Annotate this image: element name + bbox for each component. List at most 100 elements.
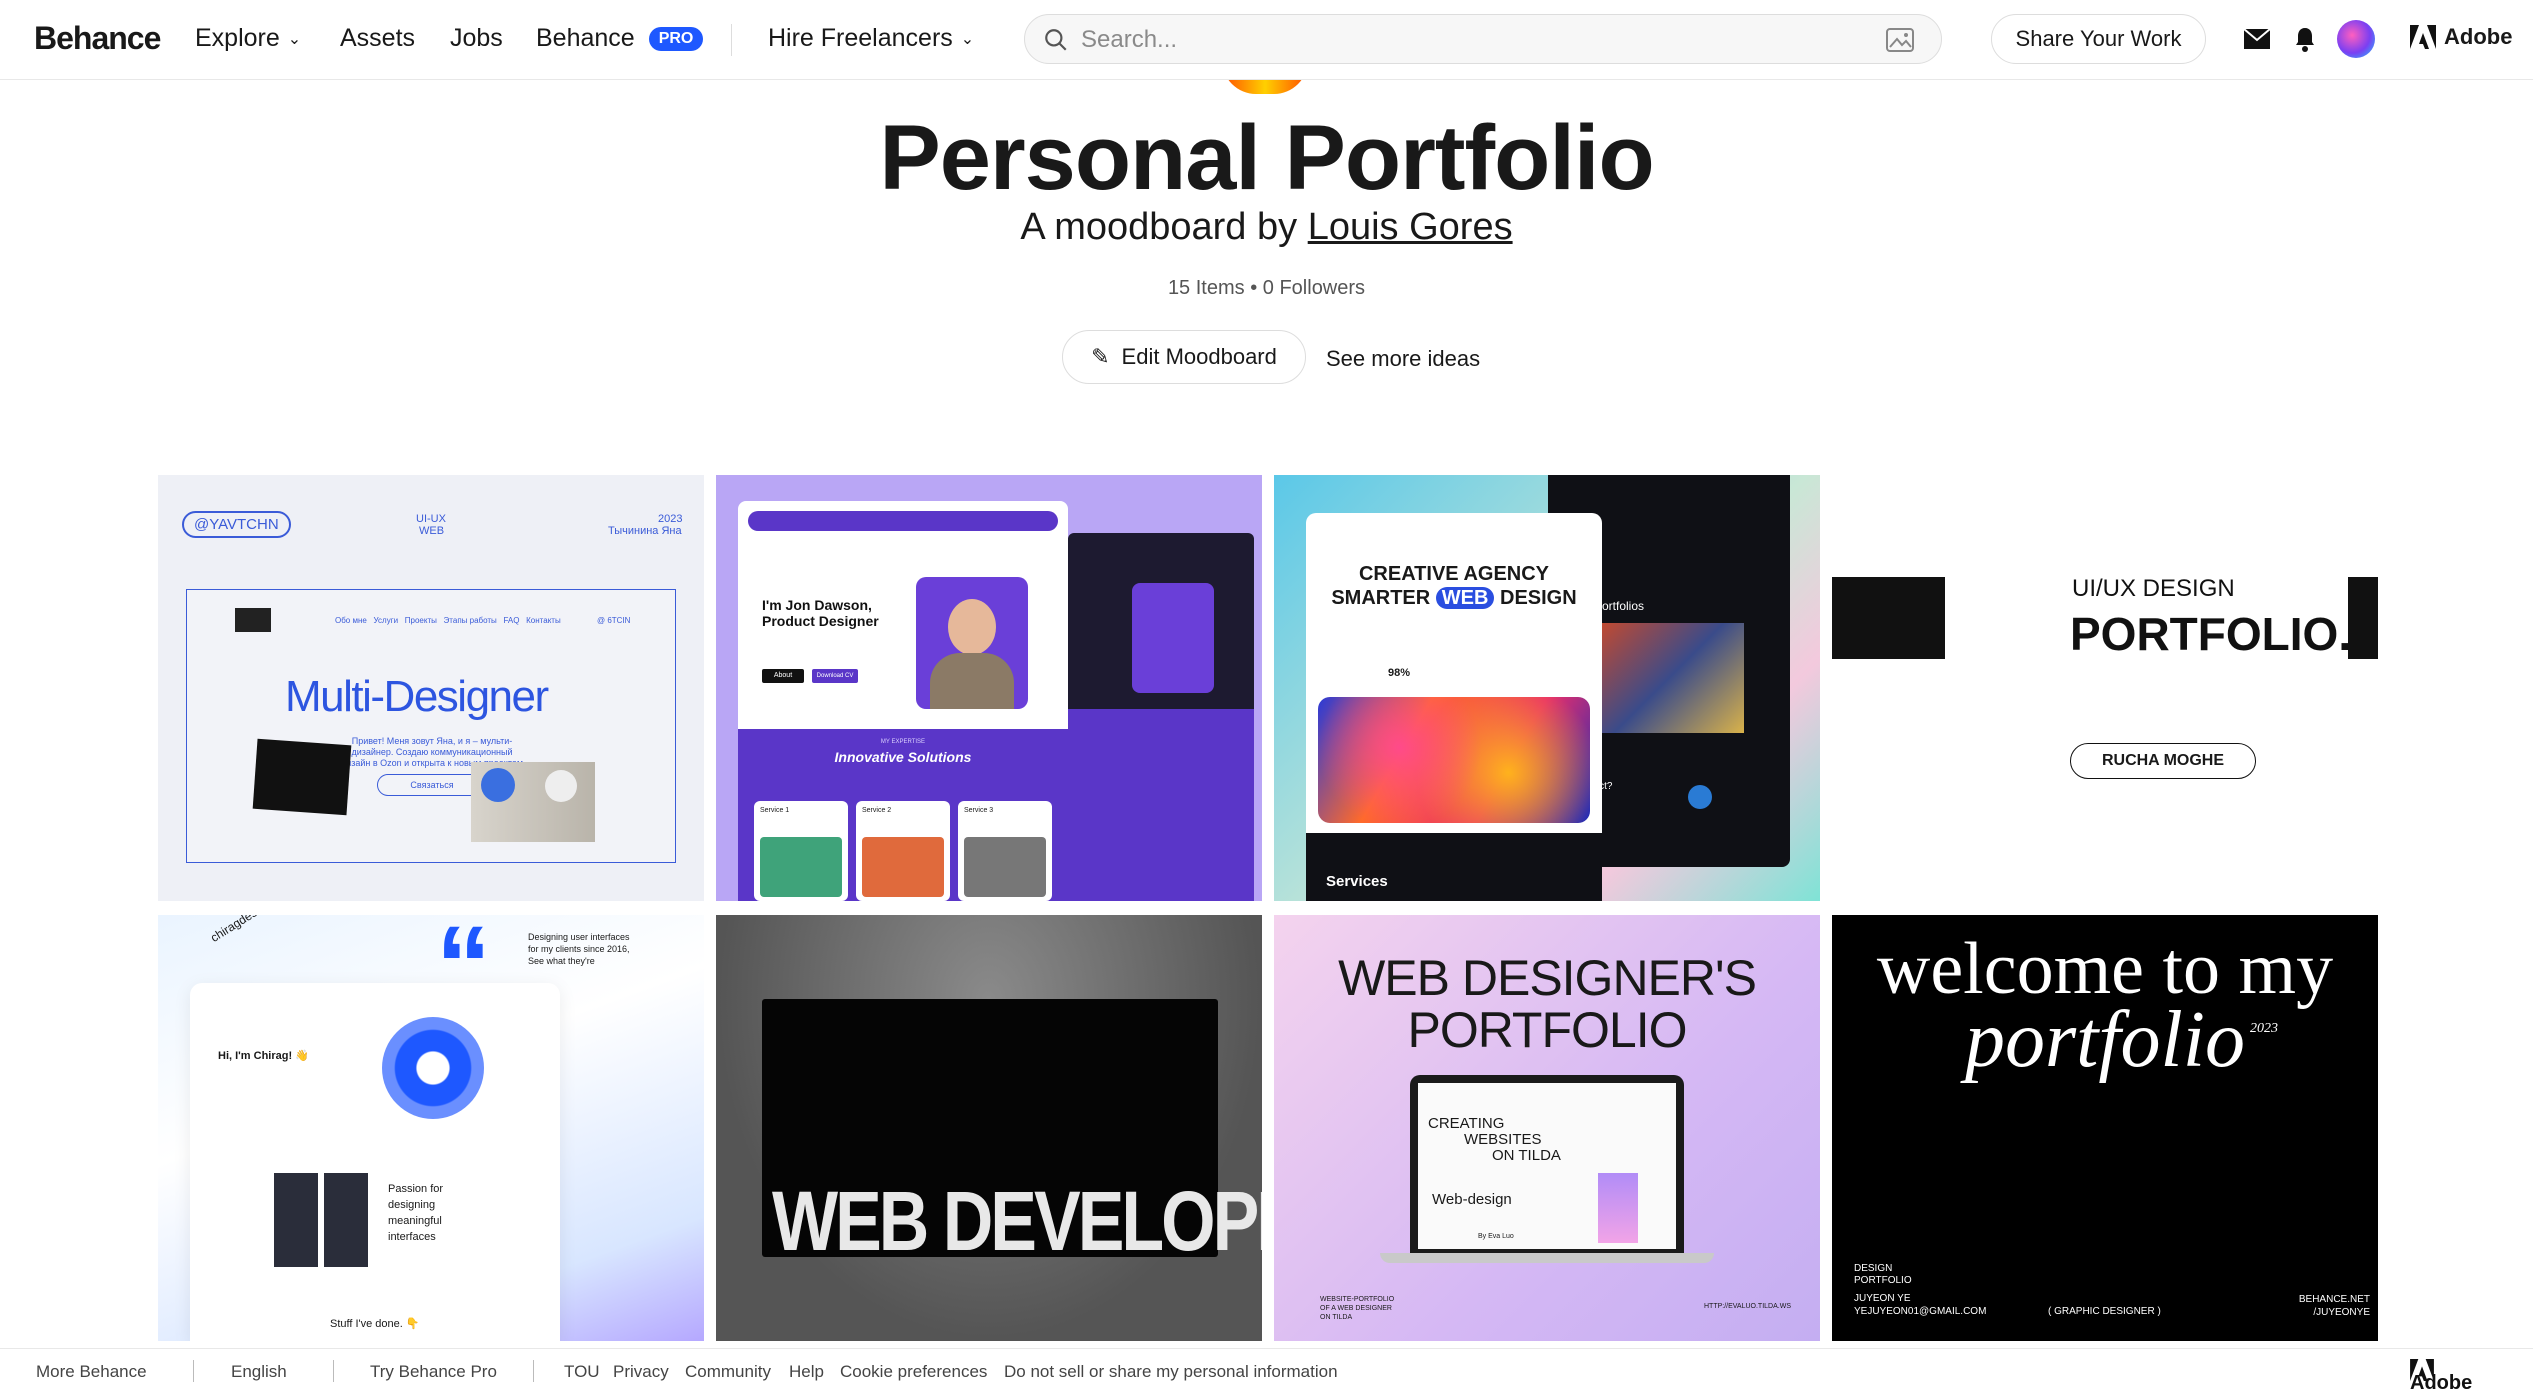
service-2-image: [862, 837, 944, 897]
website-preview: Обо мне Услуги Проекты Этапы работы FAQ …: [186, 589, 676, 863]
screen-3d-art: [1598, 1173, 1638, 1243]
about-button: About: [762, 669, 804, 683]
chevron-down-icon: ⌄: [960, 30, 975, 48]
blue-logo-3d: [382, 1017, 484, 1119]
moodboard-item-jon-dawson[interactable]: I'm Jon Dawson, Product Designer About D…: [716, 475, 1262, 901]
footer-adobe-label: Adobe: [2410, 1372, 2473, 1394]
moodboard-item-multi-designer[interactable]: @YAVTCHN UI-UX WEB 2023 Тычинина Яна Обо…: [158, 475, 704, 901]
rucha-name-pill: RUCHA MOGHE: [2070, 743, 2256, 779]
laptop-base: [1380, 1253, 1714, 1263]
screen-author: By Eva Luo: [1478, 1233, 1514, 1240]
wd-footer-right: HTTP://EVALUO.TILDA.WS: [1704, 1303, 1791, 1310]
mail-icon[interactable]: [2243, 28, 2271, 50]
moodboard-item-chirag[interactable]: chiragdesigns.in “ Designing user interf…: [158, 915, 704, 1341]
author-link[interactable]: Louis Gores: [1308, 206, 1513, 248]
screen-nav: [748, 511, 1058, 531]
portfolio-heading: PORTFOLIO.: [2070, 608, 2352, 660]
jon-role: Product Designer: [762, 613, 879, 629]
followers-count[interactable]: 0 Followers: [1263, 277, 1365, 299]
nav-behance-label: Behance: [536, 24, 635, 52]
cap-person-1: [481, 768, 515, 802]
adobe-logo[interactable]: Adobe: [2410, 24, 2512, 50]
service-card-2: Service 2: [856, 801, 950, 901]
footer-divider: [533, 1360, 534, 1382]
image-search-icon[interactable]: [1885, 27, 1915, 53]
edit-moodboard-button[interactable]: ✎ Edit Moodboard: [1062, 330, 1306, 384]
nav-explore-label: Explore: [195, 24, 280, 52]
see-more-ideas-link[interactable]: See more ideas: [1326, 346, 1480, 372]
footer-help[interactable]: Help: [789, 1362, 824, 1382]
jon-portrait: [916, 577, 1028, 709]
headline-smarter: SMARTER: [1331, 587, 1431, 609]
multi-designer-title: Multi-Designer: [285, 672, 549, 721]
moodboard-item-rucha-moghe[interactable]: UI/UX DESIGN PORTFOLIO. RUCHA MOGHE: [1832, 475, 2378, 901]
service-card-1: Service 1: [754, 801, 848, 901]
footer-more-behance[interactable]: More Behance: [36, 1362, 147, 1382]
preview-photo-dark: [252, 738, 352, 816]
nav-behance-pro[interactable]: Behance PRO: [536, 24, 704, 53]
chirag-intro: Designing user interfaces for my clients…: [528, 932, 630, 966]
moodboard-subtitle: A moodboard by Louis Gores: [0, 206, 2533, 249]
black-bar-right: [2348, 577, 2378, 659]
jon-greeting: I'm Jon Dawson,: [762, 597, 872, 613]
screen-websites: WEBSITES: [1464, 1131, 1542, 1148]
moodboard-item-web-developer[interactable]: WEB DEVELOPER: [716, 915, 1262, 1341]
app-grid: [274, 1173, 368, 1267]
search-icon: [1045, 29, 1067, 51]
laptop-screen: CREATING WEBSITES ON TILDA Web-design By…: [1418, 1083, 1676, 1249]
dark-purple-band: [1068, 709, 1254, 901]
bell-icon[interactable]: [2294, 26, 2316, 52]
behance-logo[interactable]: Behance: [34, 20, 161, 57]
agency-screen: CREATIVE AGENCY SMARTER WEB DESIGN 98% S…: [1306, 513, 1602, 901]
juyeon-site: BEHANCE.NET /JUYEONYE: [2298, 1294, 2370, 1318]
moodboard-item-creative-agency[interactable]: Portfolios any project? with us. CREATIV…: [1274, 475, 1820, 901]
passion-text: Passion for designing meaningful interfa…: [388, 1183, 444, 1243]
nav-hire-freelancers[interactable]: Hire Freelancers ⌄: [768, 24, 974, 53]
top-navigation: Behance Explore ⌄ Assets Jobs Behance PR…: [0, 0, 2533, 80]
moodboard-item-web-designer-portfolio[interactable]: WEB DESIGNER'S PORTFOLIO CREATING WEBSIT…: [1274, 915, 1820, 1341]
screen-web-design: Web-design: [1432, 1191, 1512, 1208]
preview-nav: Обо мне Услуги Проекты Этапы работы FAQ …: [335, 616, 561, 625]
headline-design: DESIGN: [1500, 587, 1577, 609]
service-3-image: [964, 837, 1046, 897]
page-title: Personal Portfolio: [879, 107, 1654, 209]
subtitle-prefix: A moodboard by: [1020, 206, 1298, 248]
search-input[interactable]: [1081, 25, 1841, 55]
footer-adobe-logo[interactable]: Adobe: [2410, 1359, 2472, 1394]
uiux-design-label: UI/UX DESIGN: [2072, 575, 2235, 602]
designer-name: Тычинина Яна: [608, 525, 682, 537]
chirag-greeting: Hi, I'm Chirag! 👋: [218, 1050, 309, 1062]
innovative-heading: Innovative Solutions: [834, 749, 972, 765]
tag-web: WEB: [419, 525, 445, 537]
headline-web-pill: WEB: [1435, 587, 1495, 609]
screen-on-tilda: ON TILDA: [1492, 1147, 1561, 1164]
wd-title-2: PORTFOLIO: [1407, 1002, 1687, 1058]
footer-privacy[interactable]: Privacy: [613, 1362, 669, 1382]
footer-do-not-sell[interactable]: Do not sell or share my personal informa…: [1004, 1362, 1338, 1382]
web-developer-title: WEB DEVELOPER: [772, 1174, 1262, 1268]
nav-assets[interactable]: Assets: [340, 24, 415, 53]
adobe-label: Adobe: [2444, 24, 2513, 49]
handle-pill: @YAVTCHN: [182, 511, 291, 538]
avatar[interactable]: [2337, 20, 2375, 58]
share-your-work-button[interactable]: Share Your Work: [1991, 14, 2206, 64]
services-band: Services: [1306, 833, 1602, 901]
footer-divider: [193, 1360, 194, 1382]
footer-community[interactable]: Community: [685, 1362, 771, 1382]
footer-language[interactable]: English: [231, 1362, 287, 1382]
search-bar: [1024, 14, 1942, 64]
welcome-year: 2023: [2250, 1021, 2278, 1036]
nav-explore[interactable]: Explore ⌄: [195, 24, 301, 53]
moodboard-item-welcome-portfolio[interactable]: welcome to my portfolio 2023 DESIGN PORT…: [1832, 915, 2378, 1341]
laptop: CREATING WEBSITES ON TILDA Web-design By…: [1410, 1075, 1684, 1255]
footer-cookie-preferences[interactable]: Cookie preferences: [840, 1362, 987, 1382]
nav-jobs[interactable]: Jobs: [450, 24, 503, 53]
footer-try-pro[interactable]: Try Behance Pro: [370, 1362, 497, 1382]
nav-divider: [731, 24, 732, 56]
juyeon-email: YEJUYEON01@GMAIL.COM: [1854, 1306, 1987, 1317]
edit-moodboard-label: Edit Moodboard: [1121, 344, 1277, 369]
chirag-screen: Hi, I'm Chirag! 👋 Passion for designing …: [190, 983, 560, 1341]
footer-tou[interactable]: TOU: [564, 1362, 600, 1382]
service-1-label: Service 1: [760, 807, 790, 814]
cap-person-2: [545, 770, 577, 802]
